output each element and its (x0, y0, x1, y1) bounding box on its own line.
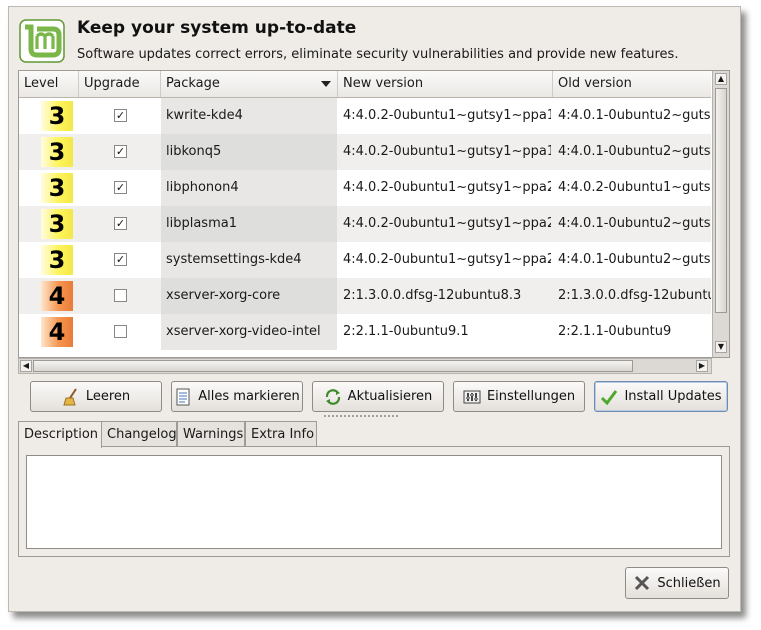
upgrade-checkbox[interactable] (114, 289, 127, 302)
preferences-icon (463, 390, 481, 403)
horizontal-scroll-thumb[interactable] (33, 360, 633, 372)
checkmark-icon (601, 389, 618, 405)
table-row[interactable]: 3 ✓ kwrite-kde4 4:4.0.2-0ubuntu1~gutsy1~… (19, 98, 711, 134)
column-header-level[interactable]: Level (19, 71, 79, 97)
package-name: libplasma1 (166, 216, 237, 231)
old-version: 4:4.0.1-0ubuntu2~gutsy (558, 252, 711, 267)
clear-button-label: Leeren (85, 389, 131, 404)
tab-extra-info[interactable]: Extra Info (245, 421, 317, 446)
refresh-button-label: Aktualisieren (347, 389, 433, 404)
upgrade-checkbox[interactable]: ✓ (114, 145, 127, 158)
table-row[interactable]: 3 ✓ libphonon4 4:4.0.2-0ubuntu1~gutsy1~p… (19, 170, 711, 206)
old-version: 2:2.1.1-0ubuntu9 (558, 324, 672, 339)
upgrade-checkbox[interactable]: ✓ (114, 109, 127, 122)
select-all-button-label: Alles markieren (198, 389, 300, 404)
level-badge: 3 (41, 209, 73, 239)
column-header-old-version[interactable]: Old version (553, 71, 711, 97)
updates-list[interactable]: Level Upgrade Package New version Old ve… (18, 70, 730, 358)
scroll-right-arrow-icon[interactable]: ▶ (696, 360, 708, 372)
level-badge: 4 (41, 317, 73, 347)
close-button-label: Schließen (657, 575, 721, 591)
table-row[interactable]: 3 ✓ systemsettings-kde4 4:4.0.2-0ubuntu1… (19, 242, 711, 278)
old-version: 2:1.3.0.0.dfsg-12ubuntu (558, 288, 711, 303)
new-version: 2:1.3.0.0.dfsg-12ubuntu8.3 (343, 288, 522, 303)
upgrade-checkbox[interactable]: ✓ (114, 181, 127, 194)
upgrade-checkbox[interactable]: ✓ (114, 253, 127, 266)
package-name: libphonon4 (166, 180, 239, 195)
settings-button[interactable]: Einstellungen (453, 381, 585, 412)
page-subtitle: Software updates correct errors, elimina… (77, 47, 679, 62)
vertical-scrollbar[interactable]: ▲ ▼ (712, 71, 729, 357)
old-version: 4:4.0.2-0ubuntu1~gutsy (558, 180, 711, 195)
clear-button[interactable]: Leeren (30, 381, 162, 412)
old-version: 4:4.0.1-0ubuntu2~gutsy (558, 144, 711, 159)
tab-changelog[interactable]: Changelog (101, 421, 177, 446)
package-name: systemsettings-kde4 (166, 252, 302, 267)
update-manager-window: Keep your system up-to-date Software upd… (8, 6, 741, 612)
refresh-button[interactable]: Aktualisieren (312, 381, 444, 412)
new-version: 4:4.0.2-0ubuntu1~gutsy1~ppa1 (343, 108, 551, 123)
vertical-scroll-thumb[interactable] (715, 88, 727, 313)
select-all-button[interactable]: Alles markieren (171, 381, 303, 412)
sort-descending-icon (321, 81, 331, 87)
toolbar: Leeren Alles markieren Aktualisieren Ein… (30, 381, 730, 413)
description-panel (18, 446, 730, 557)
broom-icon (63, 387, 77, 405)
new-version: 2:2.1.1-0ubuntu9.1 (343, 324, 469, 339)
upgrade-checkbox[interactable] (114, 325, 127, 338)
level-badge: 3 (41, 137, 73, 167)
linux-mint-logo (19, 19, 65, 63)
horizontal-scrollbar[interactable]: ◀ ▶ (18, 358, 712, 374)
level-badge: 3 (41, 245, 73, 275)
scroll-down-arrow-icon[interactable]: ▼ (715, 341, 727, 353)
tab-warnings[interactable]: Warnings (177, 421, 245, 446)
tab-description[interactable]: Description (18, 421, 102, 448)
settings-button-label: Einstellungen (486, 389, 576, 404)
level-badge: 4 (41, 281, 73, 311)
description-text-area[interactable] (26, 455, 722, 549)
new-version: 4:4.0.2-0ubuntu1~gutsy1~ppa2 (343, 216, 551, 231)
column-header-new-version[interactable]: New version (338, 71, 553, 97)
table-row[interactable]: 4 xserver-xorg-video-intel 2:2.1.1-0ubun… (19, 314, 711, 350)
install-updates-button-label: Install Updates (624, 389, 722, 404)
old-version: 4:4.0.1-0ubuntu2~gutsy (558, 108, 711, 123)
document-list-icon (176, 388, 190, 405)
pane-resize-grip[interactable] (323, 414, 399, 418)
scroll-left-arrow-icon[interactable]: ◀ (20, 360, 32, 372)
level-badge: 3 (41, 173, 73, 203)
refresh-icon (325, 388, 340, 405)
column-header-package-label: Package (166, 76, 220, 91)
install-updates-button[interactable]: Install Updates (594, 381, 728, 412)
scroll-up-arrow-icon[interactable]: ▲ (715, 73, 727, 85)
new-version: 4:4.0.2-0ubuntu1~gutsy1~ppa2 (343, 252, 551, 267)
close-button[interactable]: Schließen (625, 567, 729, 599)
upgrade-checkbox[interactable]: ✓ (114, 217, 127, 230)
close-x-icon (635, 575, 650, 591)
rows-container: 3 ✓ kwrite-kde4 4:4.0.2-0ubuntu1~gutsy1~… (19, 98, 711, 350)
old-version: 4:4.0.1-0ubuntu2~gutsy (558, 216, 711, 231)
column-header-package[interactable]: Package (161, 71, 338, 97)
new-version: 4:4.0.2-0ubuntu1~gutsy1~ppa2 (343, 180, 551, 195)
new-version: 4:4.0.2-0ubuntu1~gutsy1~ppa1 (343, 144, 551, 159)
package-name: kwrite-kde4 (166, 108, 243, 123)
header: Keep your system up-to-date Software upd… (19, 15, 730, 71)
package-name: xserver-xorg-core (166, 288, 281, 303)
package-name: libkonq5 (166, 144, 222, 159)
column-header-upgrade[interactable]: Upgrade (79, 71, 161, 97)
table-row[interactable]: 4 xserver-xorg-core 2:1.3.0.0.dfsg-12ubu… (19, 278, 711, 314)
page-title: Keep your system up-to-date (77, 18, 357, 38)
package-name: xserver-xorg-video-intel (166, 324, 321, 339)
table-row[interactable]: 3 ✓ libplasma1 4:4.0.2-0ubuntu1~gutsy1~p… (19, 206, 711, 242)
table-row[interactable]: 3 ✓ libkonq5 4:4.0.2-0ubuntu1~gutsy1~ppa… (19, 134, 711, 170)
level-badge: 3 (41, 101, 73, 131)
column-headers: Level Upgrade Package New version Old ve… (19, 71, 711, 98)
